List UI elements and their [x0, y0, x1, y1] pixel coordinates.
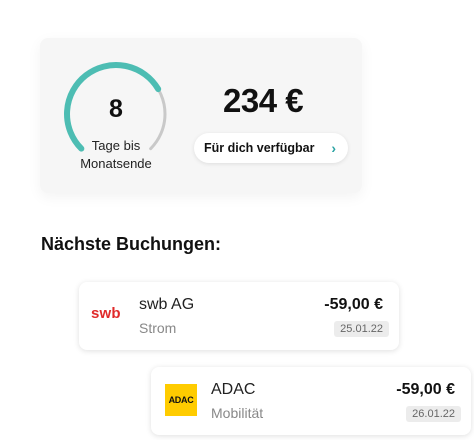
days-remaining-caption: Tage bis Monatsende — [60, 137, 172, 173]
swb-logo: swb — [91, 305, 121, 322]
booking-merchant: swb AG — [139, 296, 195, 313]
days-remaining-number: 8 — [109, 95, 123, 123]
booking-card-swb[interactable]: swb swb AG Strom -59,00 € 25.01.22 — [79, 282, 399, 350]
booking-date-badge: 25.01.22 — [334, 321, 389, 337]
booking-category: Strom — [139, 320, 177, 336]
booking-amount: -59,00 € — [324, 296, 383, 313]
adac-logo: ADAC — [165, 384, 197, 416]
booking-merchant: ADAC — [211, 381, 256, 398]
available-button[interactable]: Für dich verfügbar › — [194, 133, 348, 163]
chevron-right-icon: › — [331, 140, 336, 156]
days-remaining-gauge: 8 Tage bis Monatsende — [60, 60, 172, 171]
booking-amount: -59,00 € — [396, 381, 455, 398]
available-amount: 234 € — [223, 82, 304, 119]
days-caption-line2: Monatsende — [80, 156, 152, 171]
month-summary-card: 8 Tage bis Monatsende 234 € Für dich ver… — [40, 38, 362, 193]
booking-category: Mobilität — [211, 405, 264, 421]
days-caption-line1: Tage bis — [91, 138, 141, 153]
adac-logo-text: ADAC — [168, 395, 194, 405]
booking-card-adac[interactable]: ADAC ADAC Mobilität -59,00 € 26.01.22 — [151, 367, 471, 435]
upcoming-bookings-title: Nächste Buchungen: — [41, 234, 222, 254]
booking-date-badge: 26.01.22 — [406, 406, 461, 422]
available-label: Für dich verfügbar — [204, 141, 315, 155]
